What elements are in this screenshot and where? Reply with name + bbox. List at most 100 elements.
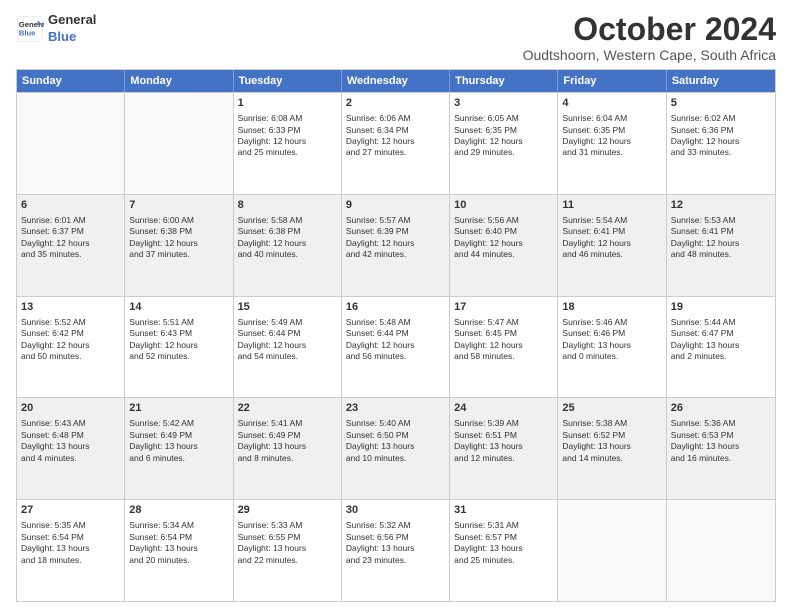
calendar-week-5: 27Sunrise: 5:35 AM Sunset: 6:54 PM Dayli…	[17, 499, 775, 601]
calendar-cell: 31Sunrise: 5:31 AM Sunset: 6:57 PM Dayli…	[450, 500, 558, 601]
calendar-cell: 7Sunrise: 6:00 AM Sunset: 6:38 PM Daylig…	[125, 195, 233, 296]
header: General Blue General Blue October 2024 O…	[16, 12, 776, 63]
day-info: Sunrise: 5:58 AM Sunset: 6:38 PM Dayligh…	[238, 215, 307, 259]
day-info: Sunrise: 5:44 AM Sunset: 6:47 PM Dayligh…	[671, 317, 740, 361]
calendar-cell: 2 Sunrise: 6:06 AM Sunset: 6:34 PM Daylig…	[342, 93, 450, 194]
day-info: Sunrise: 5:53 AM Sunset: 6:41 PM Dayligh…	[671, 215, 740, 259]
day-info: Sunrise: 5:42 AM Sunset: 6:49 PM Dayligh…	[129, 418, 198, 462]
day-info: Sunrise: 5:51 AM Sunset: 6:43 PM Dayligh…	[129, 317, 198, 361]
day-info: Sunrise: 5:33 AM Sunset: 6:55 PM Dayligh…	[238, 520, 307, 564]
calendar-week-4: 20 Sunrise: 5:43 AM Sunset: 6:48 PM Dayli…	[17, 397, 775, 499]
day-info: Sunrise: 6:04 AM Sunset: 6:35 PM Dayligh…	[562, 113, 631, 157]
calendar-cell: 13Sunrise: 5:52 AM Sunset: 6:42 PM Dayli…	[17, 297, 125, 398]
calendar-cell: 11 Sunrise: 5:54 AM Sunset: 6:41 PM Dayli…	[558, 195, 666, 296]
day-info: Sunrise: 5:52 AM Sunset: 6:42 PM Dayligh…	[21, 317, 90, 361]
calendar-cell	[17, 93, 125, 194]
day-number: 9	[346, 198, 445, 213]
calendar: SundayMondayTuesdayWednesdayThursdayFrid…	[16, 69, 776, 602]
calendar-header-friday: Friday	[558, 70, 666, 92]
day-number: 12	[671, 198, 771, 213]
page: General Blue General Blue October 2024 O…	[0, 0, 792, 612]
day-number: 26	[671, 401, 771, 416]
calendar-cell	[125, 93, 233, 194]
day-number: 15	[238, 300, 337, 315]
day-info: Sunrise: 5:56 AM Sunset: 6:40 PM Dayligh…	[454, 215, 523, 259]
day-number: 28	[129, 503, 228, 518]
calendar-cell: 8 Sunrise: 5:58 AM Sunset: 6:38 PM Daylig…	[234, 195, 342, 296]
calendar-cell: 30 Sunrise: 5:32 AM Sunset: 6:56 PM Dayli…	[342, 500, 450, 601]
calendar-header-saturday: Saturday	[667, 70, 775, 92]
calendar-week-3: 13Sunrise: 5:52 AM Sunset: 6:42 PM Dayli…	[17, 296, 775, 398]
calendar-cell: 5Sunrise: 6:02 AM Sunset: 6:36 PM Daylig…	[667, 93, 775, 194]
day-info: Sunrise: 5:46 AM Sunset: 6:46 PM Dayligh…	[562, 317, 631, 361]
day-number: 3	[454, 96, 553, 111]
calendar-cell	[667, 500, 775, 601]
day-info: Sunrise: 5:41 AM Sunset: 6:49 PM Dayligh…	[238, 418, 307, 462]
day-number: 1	[238, 96, 337, 111]
calendar-cell: 21 Sunrise: 5:42 AM Sunset: 6:49 PM Dayli…	[125, 398, 233, 499]
calendar-cell: 27Sunrise: 5:35 AM Sunset: 6:54 PM Dayli…	[17, 500, 125, 601]
day-number: 23	[346, 401, 445, 416]
calendar-cell: 29Sunrise: 5:33 AM Sunset: 6:55 PM Dayli…	[234, 500, 342, 601]
day-info: Sunrise: 5:32 AM Sunset: 6:56 PM Dayligh…	[346, 520, 415, 564]
calendar-cell: 26 Sunrise: 5:36 AM Sunset: 6:53 PM Dayli…	[667, 398, 775, 499]
day-info: Sunrise: 5:38 AM Sunset: 6:52 PM Dayligh…	[562, 418, 631, 462]
calendar-cell: 17Sunrise: 5:47 AM Sunset: 6:45 PM Dayli…	[450, 297, 558, 398]
title-block: October 2024 Oudtshoorn, Western Cape, S…	[523, 12, 776, 63]
calendar-cell: 25Sunrise: 5:38 AM Sunset: 6:52 PM Dayli…	[558, 398, 666, 499]
calendar-cell: 28 Sunrise: 5:34 AM Sunset: 6:54 PM Dayli…	[125, 500, 233, 601]
day-number: 22	[238, 401, 337, 416]
day-number: 8	[238, 198, 337, 213]
calendar-header-row: SundayMondayTuesdayWednesdayThursdayFrid…	[17, 70, 775, 92]
day-number: 11	[562, 198, 661, 213]
day-number: 20	[21, 401, 120, 416]
day-info: Sunrise: 5:49 AM Sunset: 6:44 PM Dayligh…	[238, 317, 307, 361]
calendar-cell: 1 Sunrise: 6:08 AM Sunset: 6:33 PM Daylig…	[234, 93, 342, 194]
day-info: Sunrise: 5:35 AM Sunset: 6:54 PM Dayligh…	[21, 520, 90, 564]
day-number: 2	[346, 96, 445, 111]
day-number: 17	[454, 300, 553, 315]
day-info: Sunrise: 5:43 AM Sunset: 6:48 PM Dayligh…	[21, 418, 90, 462]
calendar-cell: 3 Sunrise: 6:05 AM Sunset: 6:35 PM Daylig…	[450, 93, 558, 194]
calendar-header-thursday: Thursday	[450, 70, 558, 92]
calendar-cell: 10 Sunrise: 5:56 AM Sunset: 6:40 PM Dayli…	[450, 195, 558, 296]
day-number: 30	[346, 503, 445, 518]
calendar-cell: 4 Sunrise: 6:04 AM Sunset: 6:35 PM Daylig…	[558, 93, 666, 194]
calendar-week-2: 6Sunrise: 6:01 AM Sunset: 6:37 PM Daylig…	[17, 194, 775, 296]
day-number: 24	[454, 401, 553, 416]
month-title: October 2024	[523, 12, 776, 47]
day-info: Sunrise: 6:05 AM Sunset: 6:35 PM Dayligh…	[454, 113, 523, 157]
calendar-cell: 23 Sunrise: 5:40 AM Sunset: 6:50 PM Dayli…	[342, 398, 450, 499]
day-info: Sunrise: 5:39 AM Sunset: 6:51 PM Dayligh…	[454, 418, 523, 462]
day-info: Sunrise: 5:54 AM Sunset: 6:41 PM Dayligh…	[562, 215, 631, 259]
calendar-header-tuesday: Tuesday	[234, 70, 342, 92]
calendar-cell: 19 Sunrise: 5:44 AM Sunset: 6:47 PM Dayli…	[667, 297, 775, 398]
calendar-cell: 16 Sunrise: 5:48 AM Sunset: 6:44 PM Dayli…	[342, 297, 450, 398]
day-info: Sunrise: 5:48 AM Sunset: 6:44 PM Dayligh…	[346, 317, 415, 361]
day-number: 10	[454, 198, 553, 213]
subtitle: Oudtshoorn, Western Cape, South Africa	[523, 47, 776, 63]
day-info: Sunrise: 6:06 AM Sunset: 6:34 PM Dayligh…	[346, 113, 415, 157]
calendar-header-sunday: Sunday	[17, 70, 125, 92]
calendar-cell: 24 Sunrise: 5:39 AM Sunset: 6:51 PM Dayli…	[450, 398, 558, 499]
calendar-cell: 20 Sunrise: 5:43 AM Sunset: 6:48 PM Dayli…	[17, 398, 125, 499]
day-number: 21	[129, 401, 228, 416]
day-number: 14	[129, 300, 228, 315]
calendar-week-1: 1 Sunrise: 6:08 AM Sunset: 6:33 PM Daylig…	[17, 92, 775, 194]
day-number: 4	[562, 96, 661, 111]
day-info: Sunrise: 5:57 AM Sunset: 6:39 PM Dayligh…	[346, 215, 415, 259]
day-info: Sunrise: 5:34 AM Sunset: 6:54 PM Dayligh…	[129, 520, 198, 564]
calendar-cell: 18Sunrise: 5:46 AM Sunset: 6:46 PM Dayli…	[558, 297, 666, 398]
calendar-header-monday: Monday	[125, 70, 233, 92]
day-number: 31	[454, 503, 553, 518]
day-info: Sunrise: 6:08 AM Sunset: 6:33 PM Dayligh…	[238, 113, 307, 157]
calendar-cell: 9 Sunrise: 5:57 AM Sunset: 6:39 PM Daylig…	[342, 195, 450, 296]
day-info: Sunrise: 5:40 AM Sunset: 6:50 PM Dayligh…	[346, 418, 415, 462]
day-info: Sunrise: 6:00 AM Sunset: 6:38 PM Dayligh…	[129, 215, 198, 259]
day-number: 16	[346, 300, 445, 315]
day-number: 19	[671, 300, 771, 315]
calendar-header-wednesday: Wednesday	[342, 70, 450, 92]
logo-icon: General Blue	[16, 15, 44, 43]
calendar-cell: 6Sunrise: 6:01 AM Sunset: 6:37 PM Daylig…	[17, 195, 125, 296]
day-info: Sunrise: 5:36 AM Sunset: 6:53 PM Dayligh…	[671, 418, 740, 462]
